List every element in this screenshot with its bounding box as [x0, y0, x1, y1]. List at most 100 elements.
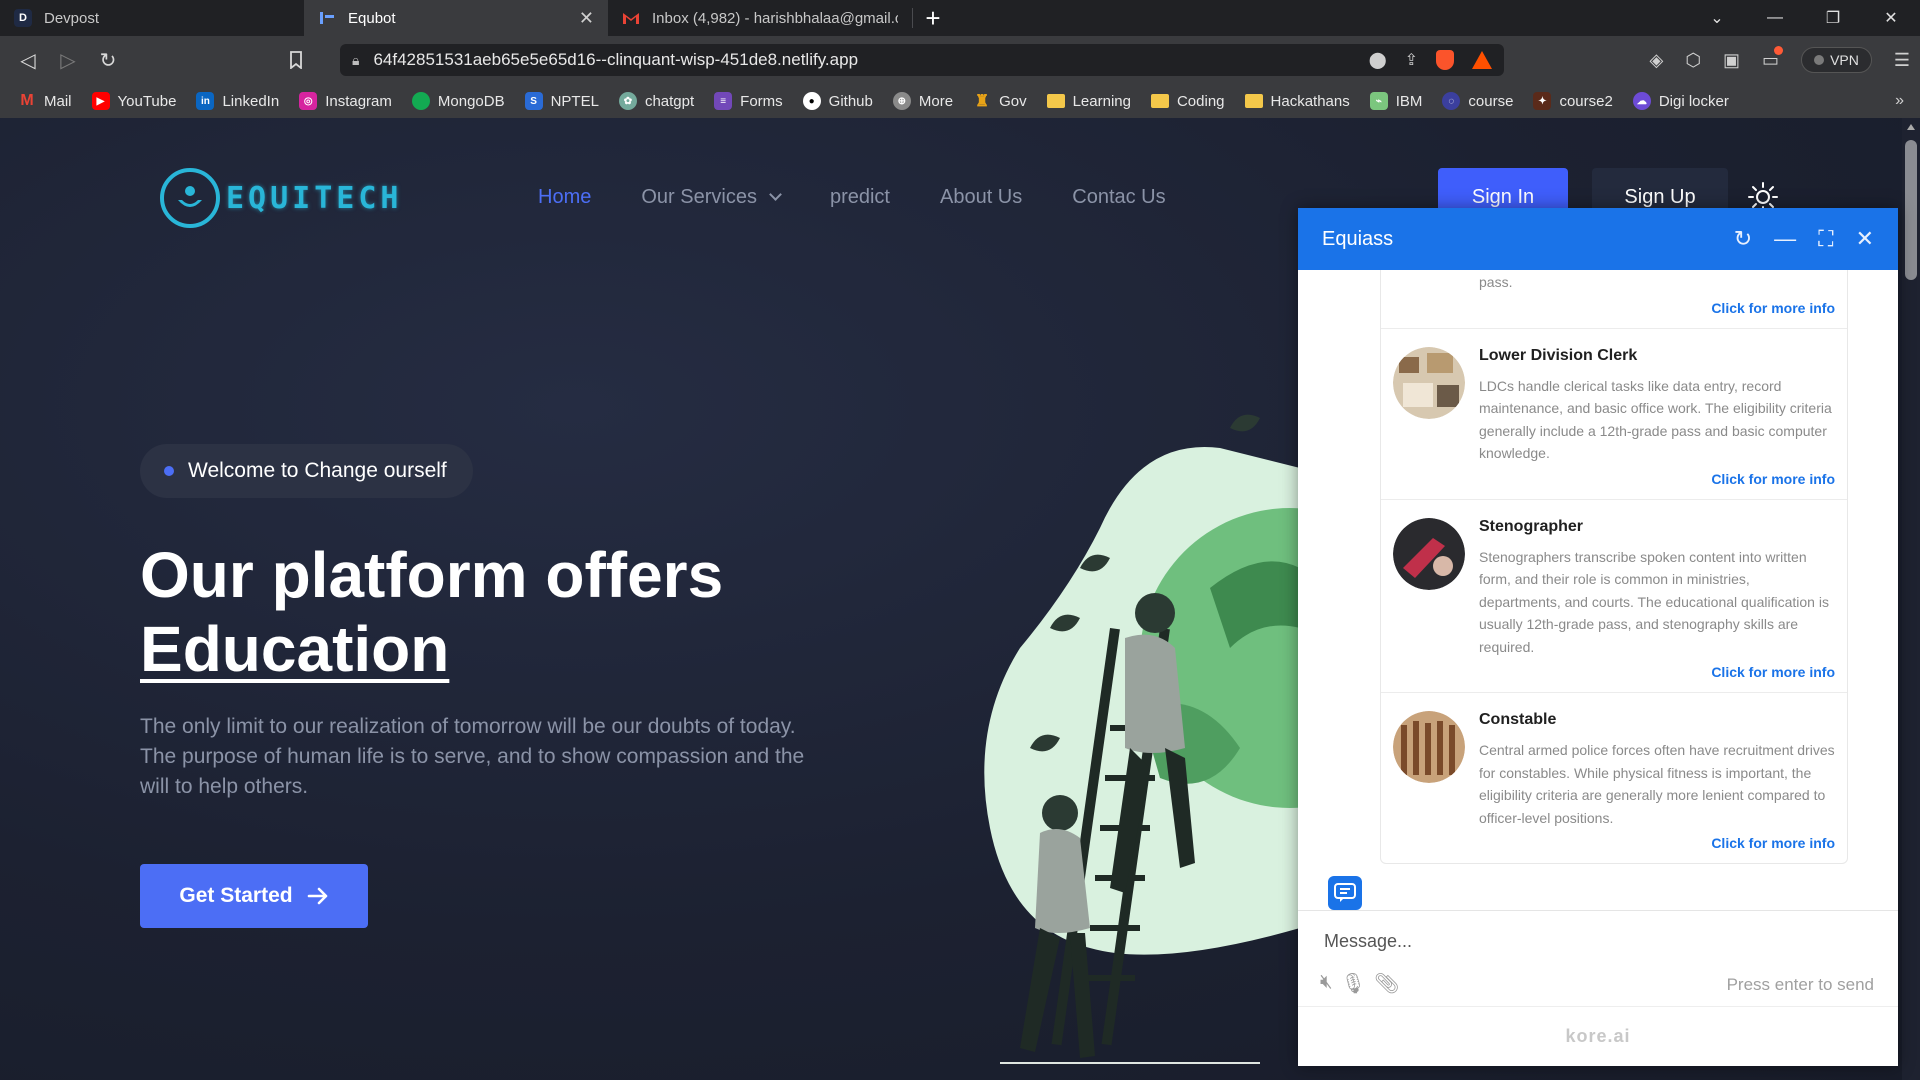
- bookmark-chatgpt[interactable]: ✿ chatgpt: [618, 92, 695, 110]
- bookmark-youtube[interactable]: ▶ YouTube: [91, 92, 176, 110]
- tab-equbot[interactable]: Equbot ✕: [304, 0, 608, 36]
- reload-icon[interactable]: ↻: [88, 40, 128, 80]
- brave-wallet-icon[interactable]: ◈: [1649, 50, 1663, 71]
- chat-messages[interactable]: pass. Click for more info Lower Division…: [1298, 270, 1898, 910]
- bookmark-label: course: [1468, 92, 1514, 110]
- bookmark-mongodb[interactable]: MongoDB: [411, 92, 505, 110]
- attachment-icon[interactable]: 📎︎: [1374, 971, 1399, 996]
- bookmark-hackathans[interactable]: Hackathans: [1244, 93, 1350, 110]
- bookmark-github[interactable]: ● Github: [802, 92, 873, 110]
- message-input[interactable]: Message...: [1324, 931, 1412, 952]
- list-item: pass. Click for more info: [1381, 270, 1847, 329]
- nav-services-label: Our Services: [641, 186, 757, 208]
- speaker-mute-icon[interactable]: 🔇︎: [1320, 971, 1333, 996]
- instagram-icon: ◎: [299, 92, 318, 110]
- vpn-label: VPN: [1830, 52, 1859, 68]
- bookmark-label: IBM: [1395, 92, 1423, 110]
- youtube-icon: ▶: [91, 92, 110, 110]
- brave-shields-icon[interactable]: [1436, 50, 1454, 70]
- bookmark-course2[interactable]: ✦ course2: [1533, 92, 1613, 110]
- close-tab-icon[interactable]: ✕: [579, 8, 594, 29]
- bookmark-label: Learning: [1072, 92, 1131, 110]
- bookmark-course[interactable]: ◌ course: [1442, 92, 1513, 110]
- card-title: Stenographer: [1479, 517, 1584, 535]
- scrollbar-thumb[interactable]: [1905, 140, 1917, 280]
- more-info-link[interactable]: Click for more info: [1479, 835, 1835, 851]
- bookmark-label: More: [918, 92, 954, 110]
- forward-icon[interactable]: ▷: [48, 40, 88, 80]
- get-started-button[interactable]: Get Started: [140, 864, 368, 928]
- nav-our-services[interactable]: Our Services: [641, 186, 782, 209]
- bookmark-gov[interactable]: ♜ Gov: [973, 92, 1027, 111]
- back-icon[interactable]: ◁: [8, 40, 48, 80]
- clerk-thumbnail-image: [1393, 346, 1465, 419]
- wallet-icon[interactable]: ▭: [1762, 45, 1784, 71]
- extensions-icon[interactable]: ⬡: [1685, 50, 1701, 71]
- bookmark-label: MongoDB: [437, 92, 505, 110]
- tab-gmail[interactable]: Inbox (4,982) - harishbhalaa@gmail.co: [608, 0, 912, 36]
- chat-title: Equiass: [1322, 227, 1394, 250]
- bookmark-linkedin[interactable]: in LinkedIn: [196, 92, 279, 110]
- brave-rewards-icon[interactable]: [1472, 51, 1492, 69]
- card-title: Constable: [1479, 711, 1557, 728]
- expand-chat-icon[interactable]: ⛶: [1818, 226, 1833, 252]
- tab-search-chevron-icon[interactable]: ⌄: [1688, 0, 1746, 36]
- scroll-up-icon[interactable]: [1907, 124, 1915, 130]
- bookmark-more[interactable]: ⊕ More: [892, 92, 954, 110]
- bookmark-nptel[interactable]: S NPTEL: [524, 92, 599, 110]
- lock-icon: 🔒︎: [352, 51, 360, 68]
- sidebar-icon[interactable]: ▣: [1723, 50, 1740, 71]
- folder-icon: [1150, 94, 1169, 108]
- more-info-link[interactable]: Click for more info: [1479, 471, 1835, 487]
- course2-icon: ✦: [1533, 92, 1552, 110]
- restore-icon[interactable]: ❐: [1804, 0, 1862, 36]
- bookmark-label: Github: [828, 92, 873, 110]
- card-description: pass.: [1479, 274, 1513, 290]
- bookmark-digi-locker[interactable]: ☁ Digi locker: [1632, 92, 1729, 110]
- hero-illustration: [984, 414, 1300, 1064]
- reset-chat-icon[interactable]: ↻: [1734, 226, 1752, 252]
- share-icon[interactable]: ⇪: [1405, 50, 1418, 70]
- bookmark-instagram[interactable]: ◎ Instagram: [299, 92, 392, 110]
- menu-icon[interactable]: ☰: [1894, 50, 1910, 71]
- chat-header: Equiass ↻ — ⛶ ✕: [1298, 208, 1898, 270]
- location-pin-icon[interactable]: ⬤: [1369, 50, 1387, 70]
- more-info-link[interactable]: Click for more info: [1479, 300, 1835, 316]
- ibm-icon: ⌁: [1369, 92, 1388, 110]
- hero-title: Our platform offers Education: [140, 538, 723, 686]
- bookmark-icon[interactable]: [276, 40, 316, 80]
- microphone-icon[interactable]: 🎙︎: [1341, 971, 1366, 996]
- close-chat-icon[interactable]: ✕: [1856, 226, 1874, 252]
- bookmark-learning[interactable]: Learning: [1046, 92, 1131, 110]
- minimize-chat-icon[interactable]: —: [1774, 226, 1796, 252]
- close-window-icon[interactable]: ✕: [1862, 0, 1920, 36]
- course-icon: ◌: [1442, 92, 1461, 110]
- address-bar[interactable]: 🔒︎ 64f42851531aeb65e5e65d16--clinquant-w…: [340, 44, 1504, 76]
- gmail-icon: M: [20, 92, 34, 109]
- bookmark-label: chatgpt: [644, 92, 695, 110]
- vpn-button[interactable]: VPN: [1801, 47, 1872, 73]
- folder-icon: [1244, 94, 1263, 108]
- minimize-icon[interactable]: —: [1746, 0, 1804, 36]
- new-tab-icon[interactable]: +: [913, 3, 953, 34]
- bookmark-coding[interactable]: Coding: [1150, 93, 1225, 110]
- site-logo[interactable]: EQUITECH: [160, 168, 403, 228]
- nav-home[interactable]: Home: [538, 186, 591, 209]
- bot-avatar-icon: [1328, 876, 1362, 910]
- tab-title: Inbox (4,982) - harishbhalaa@gmail.co: [652, 9, 898, 27]
- nav-contact-us[interactable]: Contac Us: [1072, 186, 1165, 209]
- nav-predict[interactable]: predict: [830, 186, 890, 209]
- page-scrollbar[interactable]: [1902, 118, 1920, 1080]
- chevron-down-icon: [769, 188, 782, 201]
- nav-about-us[interactable]: About Us: [940, 186, 1022, 209]
- forms-icon: ≡: [714, 92, 733, 110]
- bookmark-label: LinkedIn: [222, 92, 280, 110]
- bookmark-forms[interactable]: ≡ Forms: [714, 92, 783, 110]
- equbot-favicon-icon: [318, 9, 336, 27]
- github-icon: ●: [802, 92, 821, 110]
- more-info-link[interactable]: Click for more info: [1479, 664, 1835, 680]
- more-bookmarks-icon[interactable]: »: [1895, 84, 1904, 118]
- bookmark-ibm[interactable]: ⌁ IBM: [1369, 92, 1423, 110]
- bookmark-mail[interactable]: M Mail: [18, 92, 71, 110]
- tab-devpost[interactable]: D Devpost: [0, 0, 304, 36]
